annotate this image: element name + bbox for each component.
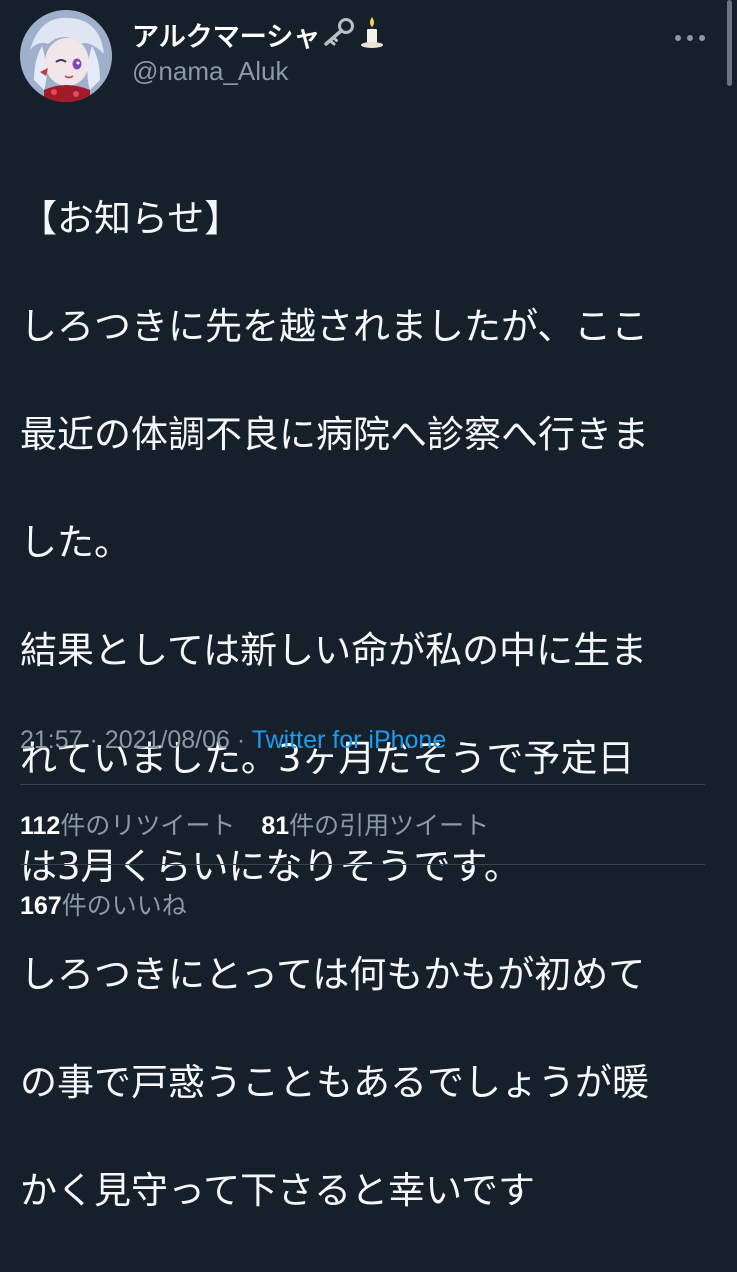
tweet-text-line: しろつきにとっては何もかもが初めて <box>20 953 646 996</box>
candle-icon <box>358 15 386 53</box>
display-name[interactable]: アルクマーシャ <box>132 15 320 54</box>
key-icon <box>322 17 356 51</box>
divider <box>20 864 705 865</box>
tweet-text-line: かく見守って下さると幸いです <box>20 1169 536 1212</box>
tweet-time[interactable]: 21:57 <box>20 726 83 754</box>
scrollbar[interactable] <box>727 0 732 86</box>
user-handle[interactable]: @nama_Aluk <box>132 56 386 87</box>
likes-label: 件のいいね <box>61 891 187 920</box>
tweet-text-line: 結果としては新しい命が私の中に生ま <box>20 629 648 672</box>
divider <box>20 784 705 785</box>
tweet-header: アルクマーシャ @nama_Aluk <box>20 10 710 102</box>
likes-stat[interactable]: 167件のいいね <box>20 886 187 922</box>
tweet-text-line: した。 <box>20 521 131 564</box>
tweet-text: 【お知らせ】 しろつきに先を越されましたが、ここ 最近の体調不良に病院へ診察へ行… <box>20 138 720 1272</box>
tweet-date[interactable]: 2021/08/06 <box>105 726 230 754</box>
tweet-text-line: 最近の体調不良に病院へ診察へ行きま <box>20 413 649 456</box>
likes-stats-row: 167件のいいね <box>20 886 205 922</box>
quotes-count: 81 <box>261 812 290 840</box>
retweets-label: 件のリツイート <box>60 811 236 840</box>
retweets-stat[interactable]: 112件のリツイート <box>20 806 235 842</box>
tweet-text-line: の事で戸惑うこともあるでしょうが暖 <box>20 1061 649 1104</box>
tweet-meta: 21:57 · 2021/08/06 · Twitter for iPhone <box>20 726 446 755</box>
meta-separator: · <box>236 726 246 754</box>
likes-count: 167 <box>20 892 62 920</box>
retweets-count: 112 <box>20 812 61 840</box>
tweet-text-line: しろつきに先を越されましたが、ここ <box>20 305 649 348</box>
quote-tweets-stat[interactable]: 81件の引用ツイート <box>261 806 489 842</box>
avatar[interactable] <box>20 10 112 102</box>
quotes-label: 件の引用ツイート <box>289 811 490 840</box>
more-horizontal-icon[interactable] <box>670 28 710 48</box>
tweet-text-line: 【お知らせ】 <box>20 197 242 240</box>
retweet-stats-row: 112件のリツイート 81件の引用ツイート <box>20 806 507 842</box>
meta-separator: · <box>89 726 98 754</box>
tweet-source-link[interactable]: Twitter for iPhone <box>252 726 447 754</box>
